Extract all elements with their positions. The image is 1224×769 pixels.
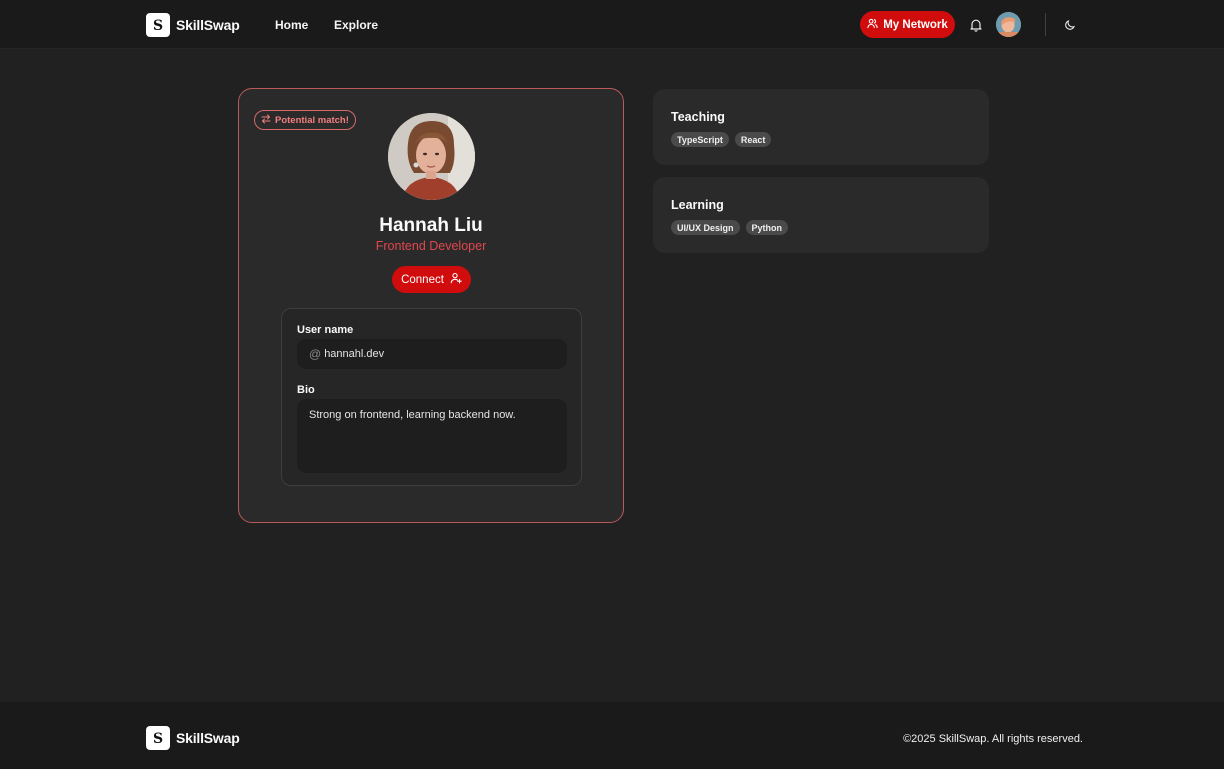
- my-network-label: My Network: [883, 18, 948, 31]
- copyright-text: ©2025 SkillSwap. All rights reserved.: [903, 733, 1083, 745]
- potential-match-label: Potential match!: [275, 114, 349, 126]
- bio-field: Strong on frontend, learning backend now…: [297, 399, 567, 473]
- add-user-icon: [450, 272, 462, 287]
- bio-label: Bio: [297, 384, 315, 396]
- teaching-card: Teaching TypeScript React: [653, 89, 989, 165]
- bell-icon[interactable]: [967, 16, 985, 34]
- users-icon: [867, 18, 878, 32]
- logo-icon: S: [146, 726, 170, 750]
- brand-name: SkillSwap: [176, 17, 240, 33]
- teaching-title: Teaching: [671, 110, 725, 124]
- profile-photo: [388, 113, 475, 200]
- username-value: hannahl.dev: [324, 348, 385, 360]
- potential-match-badge: Potential match!: [254, 110, 356, 130]
- footer: S SkillSwap ©2025 SkillSwap. All rights …: [0, 702, 1224, 769]
- skill-chip: UI/UX Design: [671, 220, 740, 235]
- skill-chip: TypeScript: [671, 132, 729, 147]
- learning-card: Learning UI/UX Design Python: [653, 177, 989, 253]
- profile-name: Hannah Liu: [379, 215, 483, 236]
- my-network-button[interactable]: My Network: [860, 11, 955, 38]
- profile-card: Potential match! Hannah Liu Frontend Dev…: [238, 88, 624, 523]
- connect-button[interactable]: Connect: [392, 266, 471, 293]
- logo-icon: S: [146, 13, 170, 37]
- username-label: User name: [297, 324, 354, 336]
- teaching-skills: TypeScript React: [671, 132, 772, 147]
- svg-text:S: S: [153, 731, 163, 746]
- profile-info-box: User name @ hannahl.dev Bio Strong on fr…: [281, 308, 582, 486]
- learning-title: Learning: [671, 198, 724, 212]
- brand-logo-link[interactable]: S SkillSwap: [146, 13, 240, 37]
- nav-explore[interactable]: Explore: [334, 18, 378, 32]
- nav-home[interactable]: Home: [275, 18, 308, 32]
- connect-label: Connect: [401, 273, 444, 286]
- top-navbar: S SkillSwap Home Explore My Network: [0, 0, 1224, 49]
- profile-title: Frontend Developer: [375, 239, 487, 253]
- footer-brand-link[interactable]: S SkillSwap: [146, 726, 240, 750]
- header-divider: [1045, 13, 1046, 36]
- learning-skills: UI/UX Design Python: [671, 220, 789, 235]
- swap-icon: [261, 114, 271, 127]
- skill-chip: React: [734, 132, 772, 147]
- username-field: @ hannahl.dev: [297, 339, 567, 369]
- at-icon: @: [309, 347, 322, 361]
- svg-text:S: S: [153, 18, 163, 33]
- footer-brand-name: SkillSwap: [176, 730, 240, 746]
- avatar[interactable]: [996, 12, 1021, 37]
- moon-icon[interactable]: [1063, 18, 1077, 32]
- skill-chip: Python: [745, 220, 789, 235]
